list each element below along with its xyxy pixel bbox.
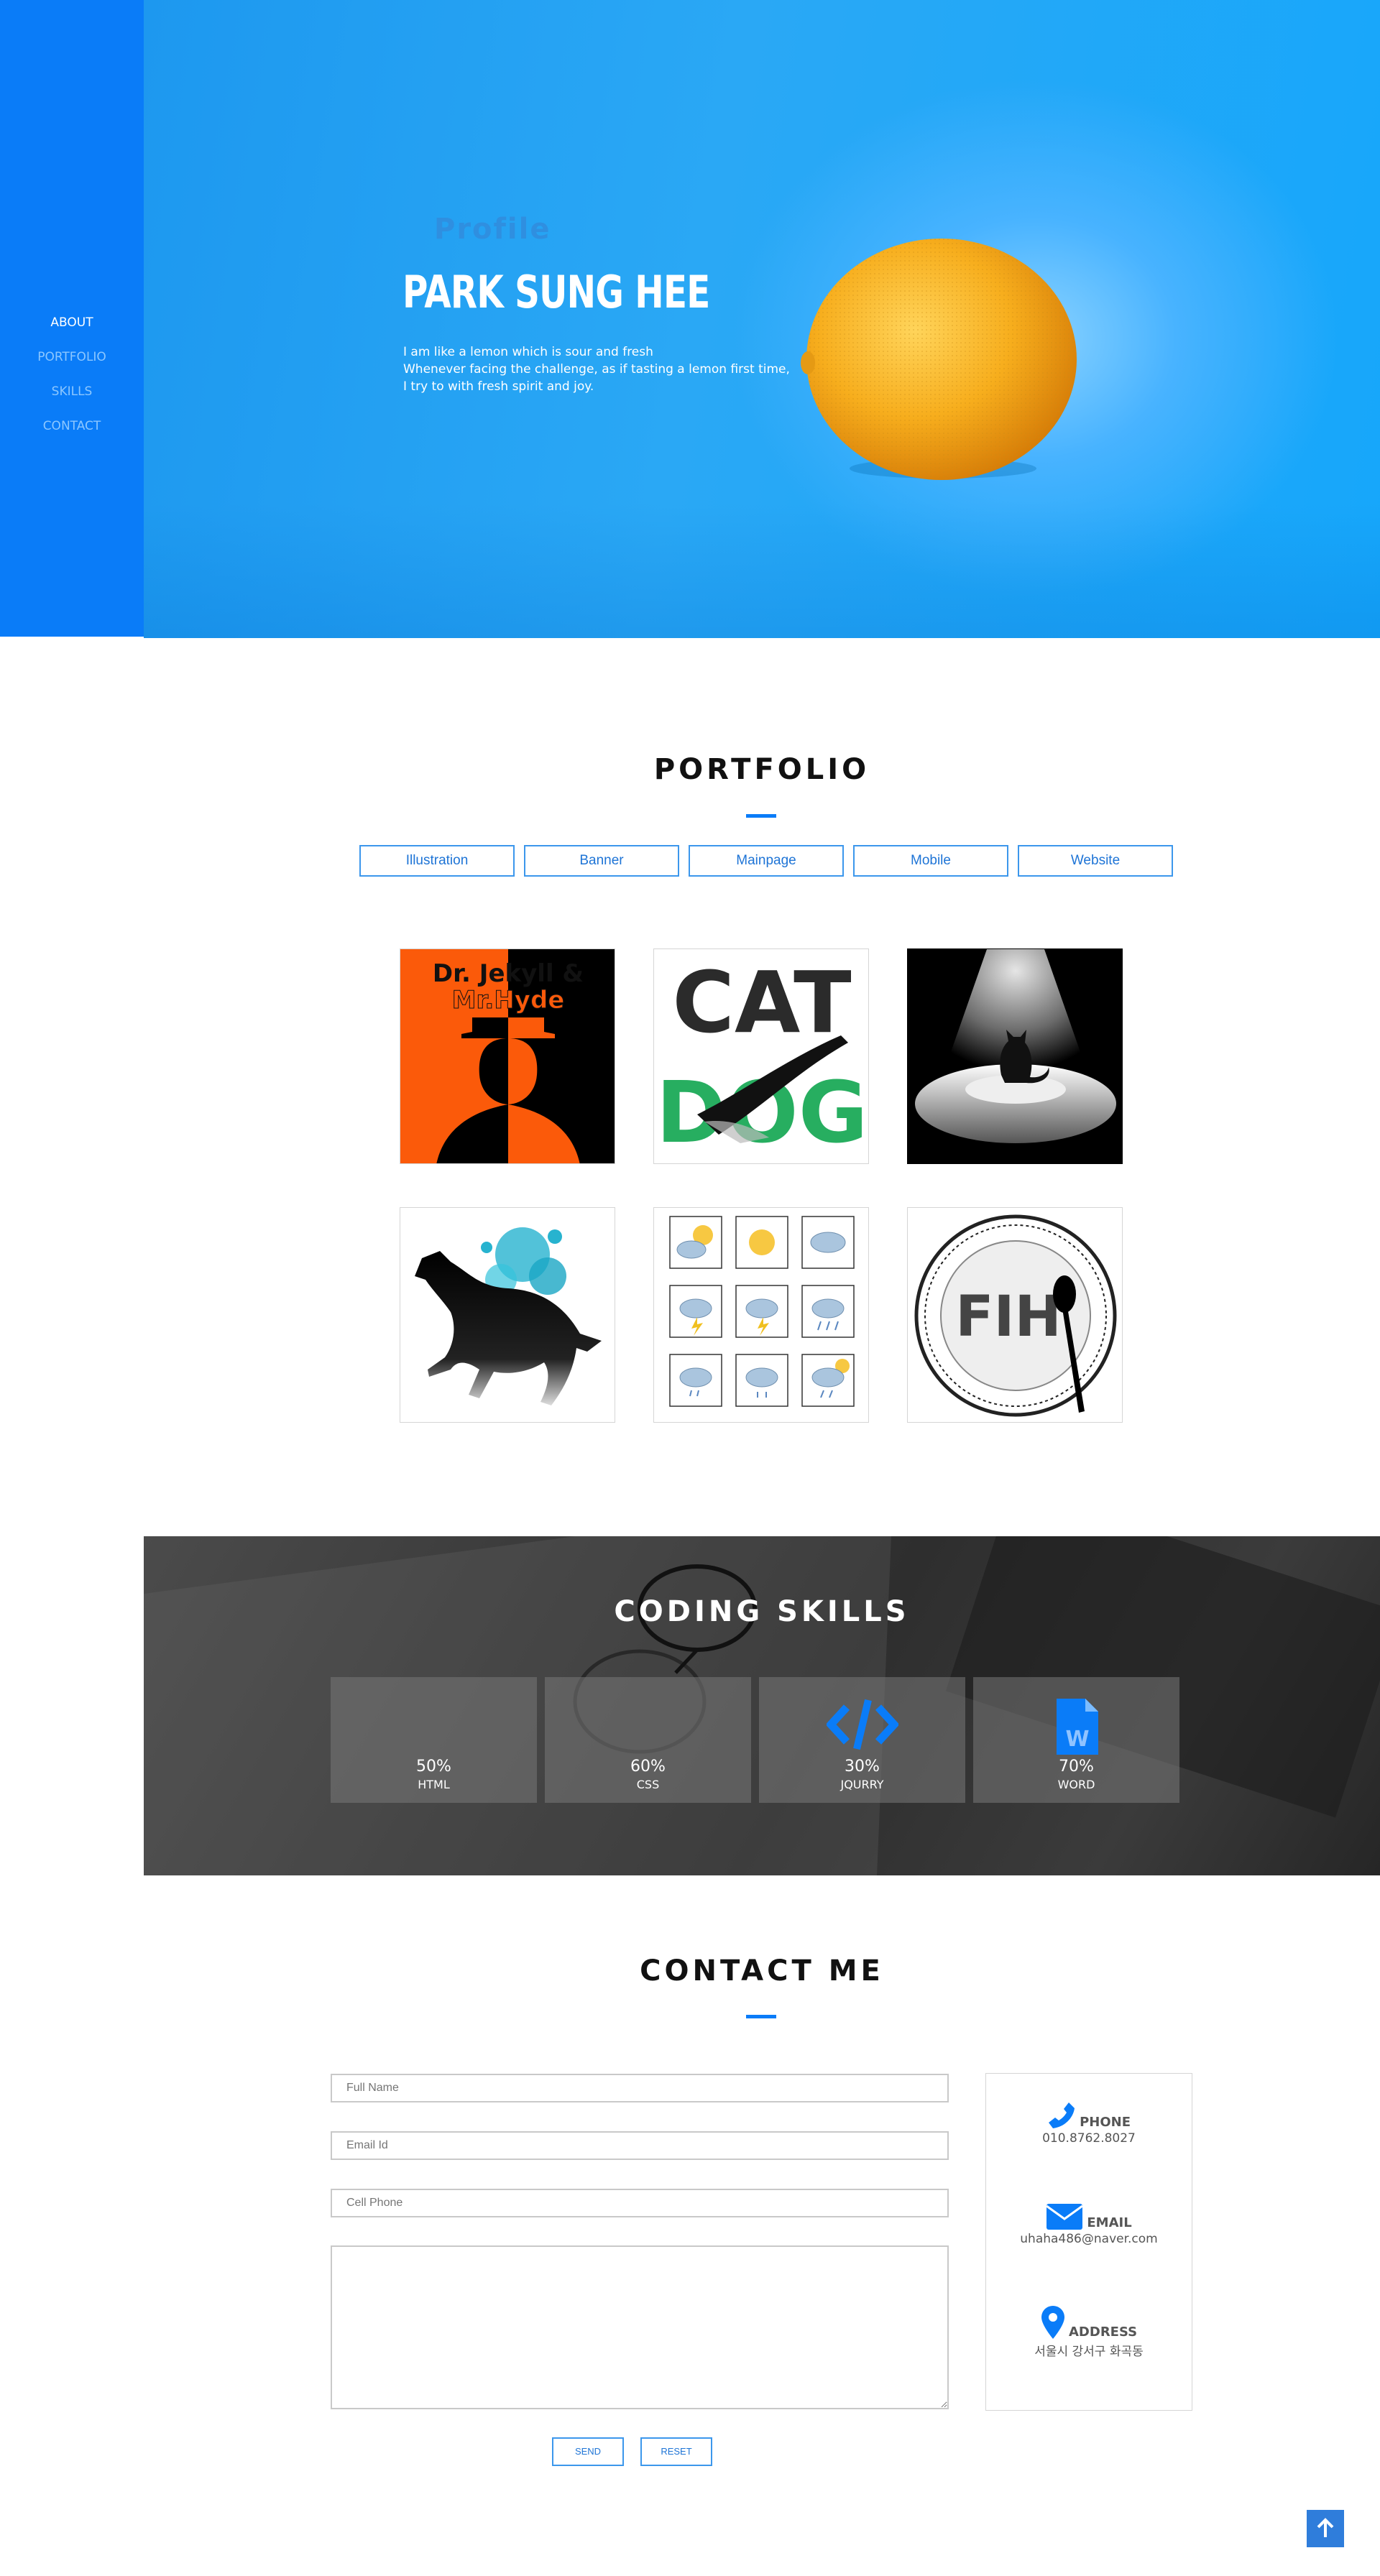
skills-title: CODING SKILLS bbox=[614, 1595, 910, 1628]
svg-text:W: W bbox=[1065, 1727, 1089, 1752]
cat-text: CAT bbox=[672, 953, 851, 1052]
horse-splash-image bbox=[415, 1227, 602, 1405]
contact-email: EMAIL uhaha486@naver.com bbox=[986, 2203, 1192, 2246]
phone-icon bbox=[1048, 2102, 1075, 2128]
portfolio-item-cat-spotlight[interactable] bbox=[907, 948, 1123, 1164]
full-name-input[interactable] bbox=[331, 2074, 949, 2102]
email-label: EMAIL bbox=[1087, 2215, 1132, 2230]
nav-item-about[interactable]: ABOUT bbox=[0, 313, 144, 348]
filter-banner-button[interactable]: Banner bbox=[524, 845, 679, 877]
nav-item-portfolio[interactable]: PORTFOLIO bbox=[0, 348, 144, 382]
contact-title: CONTACT ME bbox=[640, 1954, 884, 1988]
hero-section: Profile PARK SUNG HEE I am like a lemon … bbox=[144, 0, 1380, 638]
hero-name: PARK SUNG HEE bbox=[402, 266, 710, 318]
skill-card-html: 50% HTML bbox=[331, 1677, 537, 1803]
contact-address: ADDRESS 서울시 강서구 화곡동 bbox=[986, 2305, 1192, 2359]
jekyll-title-line1: Dr. Jekyll & bbox=[433, 959, 584, 988]
skill-name: HTML bbox=[418, 1778, 450, 1791]
skill-percentage: 50% bbox=[416, 1758, 451, 1776]
portfolio-item-fish-plate[interactable]: FIH bbox=[907, 1207, 1123, 1423]
arrow-up-icon bbox=[1317, 2518, 1334, 2537]
portfolio-title: PORTFOLIO bbox=[653, 753, 870, 786]
fish-text: FIH bbox=[955, 1285, 1062, 1349]
skill-percentage: 60% bbox=[630, 1758, 666, 1776]
filter-mainpage-button[interactable]: Mainpage bbox=[689, 845, 844, 877]
cat-dog-image: CAT DOG bbox=[656, 953, 868, 1162]
hero-intro-line: Whenever facing the challenge, as if tas… bbox=[403, 362, 790, 377]
code-icon bbox=[826, 1699, 898, 1750]
address-value: 서울시 강서구 화곡동 bbox=[1034, 2345, 1144, 2359]
word-document-icon: W bbox=[1056, 1699, 1098, 1755]
skill-percentage: 30% bbox=[845, 1758, 880, 1776]
address-label: ADDRESS bbox=[1069, 2325, 1138, 2340]
portfolio-item-weather[interactable] bbox=[653, 1207, 869, 1423]
title-divider bbox=[746, 814, 776, 818]
filter-mobile-button[interactable]: Mobile bbox=[853, 845, 1008, 877]
send-button[interactable]: SEND bbox=[552, 2437, 624, 2466]
skills-section: CODING SKILLS 50% HTML 60% CSS 30% JQURR… bbox=[144, 1536, 1380, 1875]
fish-plate-image: FIH bbox=[914, 1214, 1117, 1417]
title-divider bbox=[746, 2015, 776, 2018]
lemon-image bbox=[801, 239, 1077, 480]
skill-card-jquery: 30% JQURRY bbox=[759, 1677, 965, 1803]
dog-text: DOG bbox=[656, 1063, 868, 1162]
filter-website-button[interactable]: Website bbox=[1018, 845, 1173, 877]
reset-button[interactable]: RESET bbox=[640, 2437, 712, 2466]
mail-icon bbox=[1046, 2204, 1084, 2230]
skill-percentage: 70% bbox=[1059, 1758, 1094, 1776]
hero-intro-line: I try to with fresh spirit and joy. bbox=[403, 379, 594, 394]
skill-name: CSS bbox=[636, 1778, 660, 1791]
jekyll-hyde-image: Dr. Jekyll & Mr.Hyde bbox=[400, 949, 615, 1163]
hero-intro-line: I am like a lemon which is sour and fres… bbox=[403, 345, 653, 359]
filter-illustration-button[interactable]: Illustration bbox=[359, 845, 515, 877]
nav-menu: ABOUT PORTFOLIO SKILLS CONTACT bbox=[0, 313, 144, 451]
contact-info-card: PHONE 010.8762.8027 EMAIL uhaha486@naver… bbox=[985, 2073, 1192, 2411]
email-input[interactable] bbox=[331, 2131, 949, 2160]
skill-name: JQURRY bbox=[840, 1778, 884, 1791]
phone-value: 010.8762.8027 bbox=[1042, 2131, 1136, 2146]
skill-card-css: 60% CSS bbox=[545, 1677, 751, 1803]
jekyll-title-line2: Mr.Hyde bbox=[452, 986, 565, 1015]
skill-name: WORD bbox=[1057, 1778, 1095, 1791]
portfolio-item-horse[interactable] bbox=[400, 1207, 615, 1423]
nav-item-contact[interactable]: CONTACT bbox=[0, 417, 144, 451]
portfolio-filters: Illustration Banner Mainpage Mobile Webs… bbox=[359, 845, 1173, 877]
scroll-to-top-button[interactable] bbox=[1307, 2510, 1344, 2547]
weather-icons-image bbox=[669, 1216, 855, 1407]
hero-shade bbox=[144, 503, 1380, 638]
location-pin-icon bbox=[1041, 2306, 1064, 2339]
email-value: uhaha486@naver.com bbox=[1020, 2232, 1158, 2246]
skill-card-word: W 70% WORD bbox=[973, 1677, 1179, 1803]
contact-phone: PHONE 010.8762.8027 bbox=[986, 2101, 1192, 2146]
message-textarea[interactable] bbox=[331, 2245, 949, 2409]
phone-label: PHONE bbox=[1080, 2115, 1131, 2130]
hero-intro: I am like a lemon which is sour and fres… bbox=[403, 343, 834, 395]
portfolio-item-cat-dog[interactable]: CAT DOG bbox=[653, 948, 869, 1164]
profile-label: Profile bbox=[434, 213, 551, 246]
portfolio-item-jekyll-hyde[interactable]: Dr. Jekyll & Mr.Hyde bbox=[400, 948, 615, 1164]
cell-phone-input[interactable] bbox=[331, 2189, 949, 2217]
nav-item-skills[interactable]: SKILLS bbox=[0, 382, 144, 417]
sidebar: ABOUT PORTFOLIO SKILLS CONTACT bbox=[0, 0, 144, 637]
cat-spotlight-image bbox=[908, 949, 1122, 1163]
